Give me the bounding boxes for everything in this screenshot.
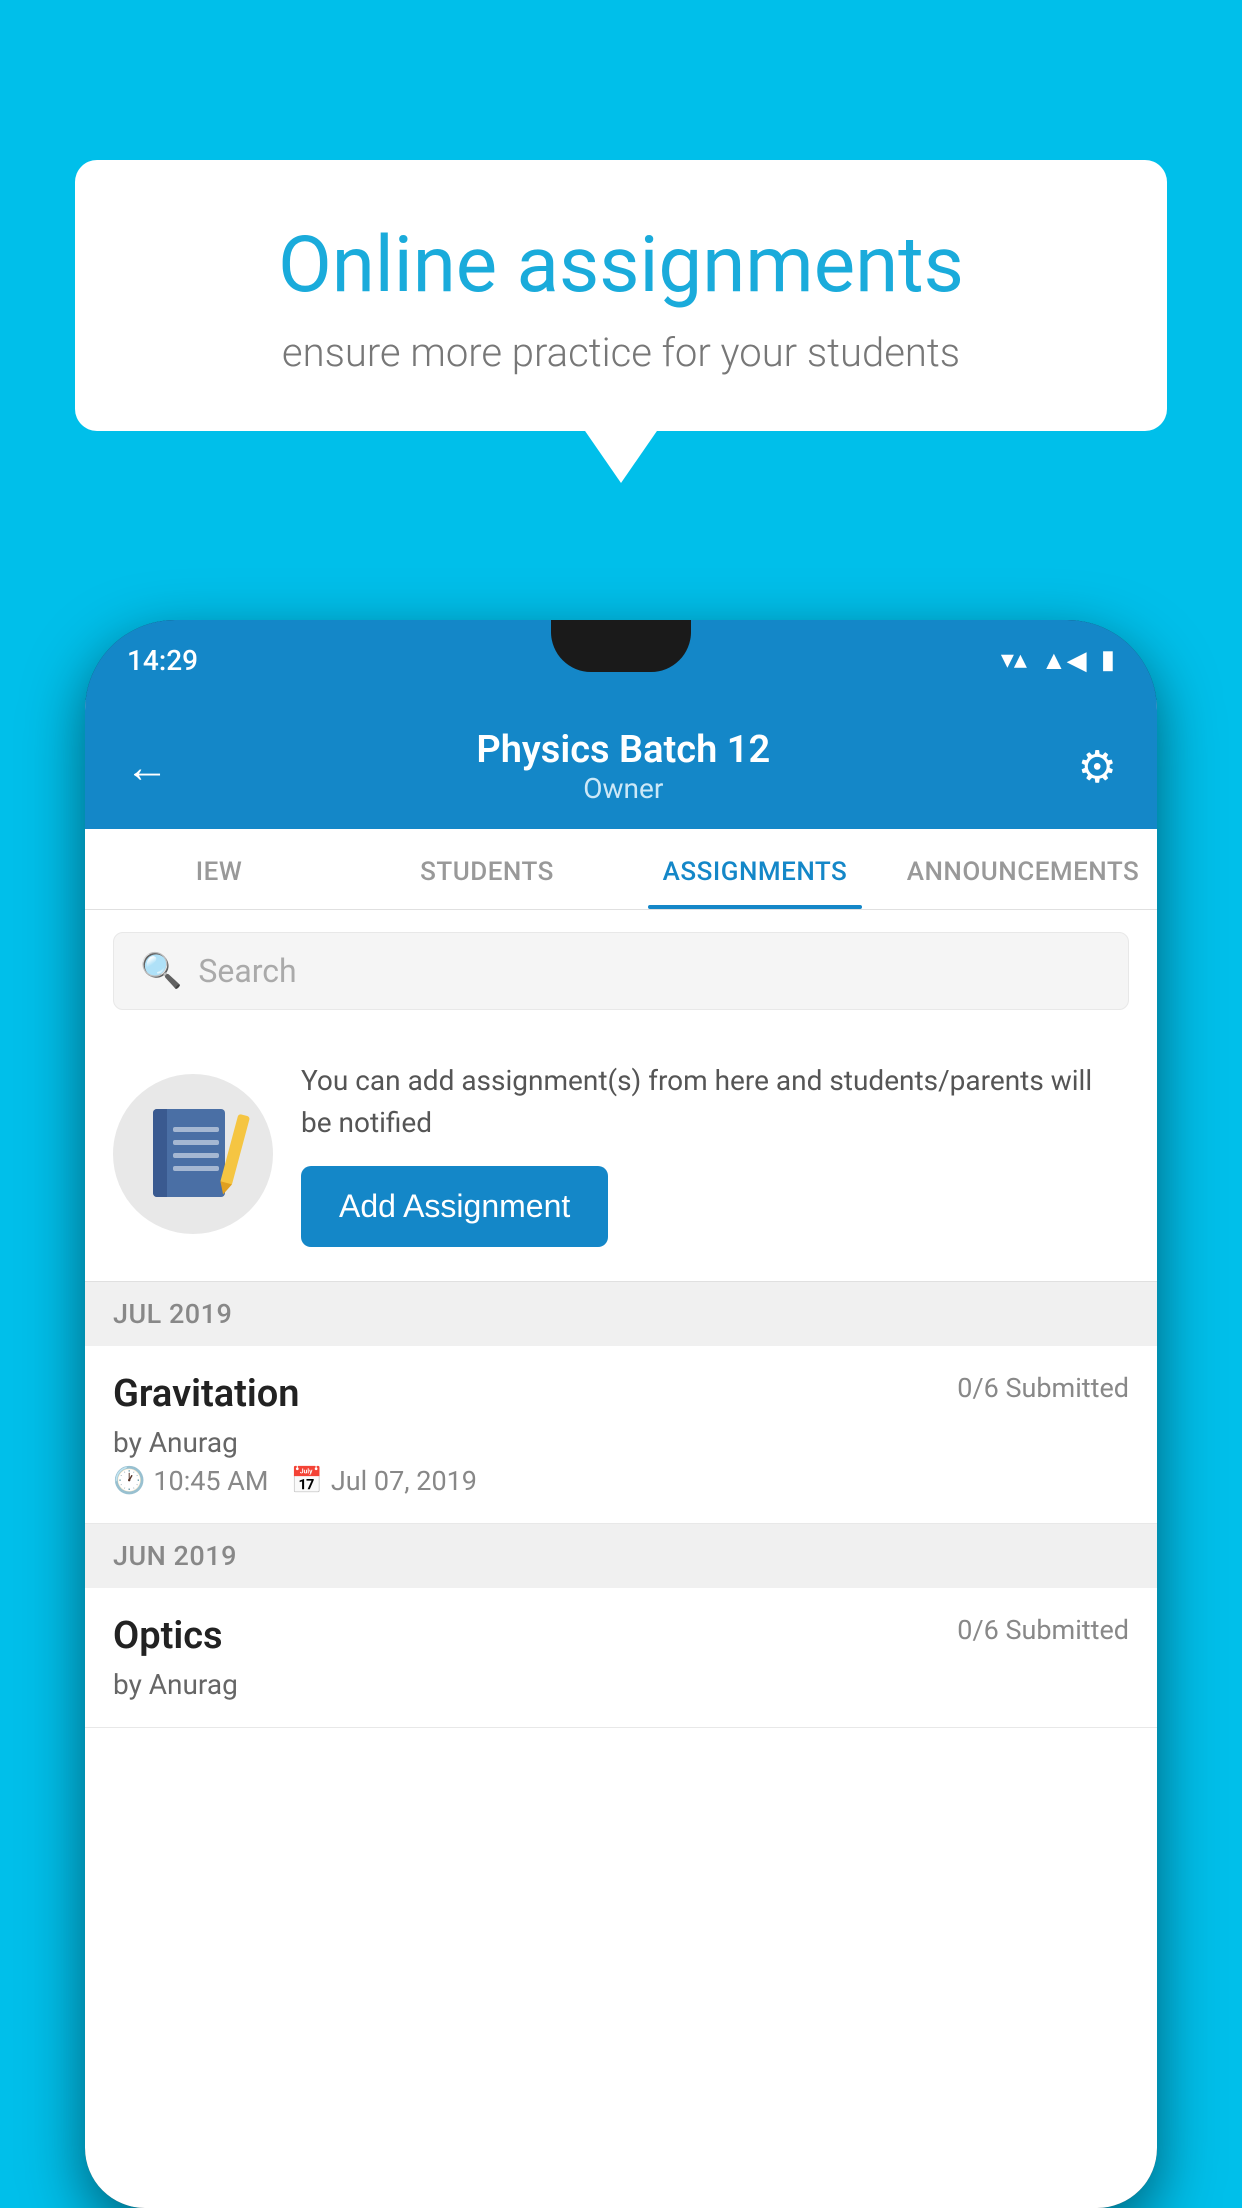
assignment-item-optics[interactable]: Optics 0/6 Submitted by Anurag xyxy=(85,1588,1157,1728)
assignment-author: by Anurag xyxy=(113,1668,1129,1701)
pencil-tip xyxy=(217,1181,232,1196)
notebook-lines xyxy=(173,1127,219,1179)
battery-icon: ▮ xyxy=(1101,645,1115,675)
header-subtitle: Owner xyxy=(476,772,770,805)
app-header: ← Physics Batch 12 Owner ⚙ xyxy=(85,700,1157,829)
search-icon: 🔍 xyxy=(140,951,182,991)
assignment-submitted: 0/6 Submitted xyxy=(957,1372,1129,1404)
speech-bubble-section: Online assignments ensure more practice … xyxy=(75,160,1167,431)
phone-frame: 14:29 ▾▴ ▲◀ ▮ ← Physics Batch 12 Owner ⚙… xyxy=(85,620,1157,2208)
assignment-item-gravitation[interactable]: Gravitation 0/6 Submitted by Anurag 🕐 10… xyxy=(85,1346,1157,1524)
assignment-title: Gravitation xyxy=(113,1372,300,1416)
add-assignment-button[interactable]: Add Assignment xyxy=(301,1166,608,1247)
search-bar[interactable]: 🔍 Search xyxy=(113,932,1129,1010)
section-header-jul2019: JUL 2019 xyxy=(85,1282,1157,1346)
speech-bubble: Online assignments ensure more practice … xyxy=(75,160,1167,431)
assignment-submitted: 0/6 Submitted xyxy=(957,1614,1129,1646)
notebook-icon xyxy=(153,1109,233,1199)
assignment-author: by Anurag xyxy=(113,1426,1129,1459)
assignment-item-header: Gravitation 0/6 Submitted xyxy=(113,1372,1129,1416)
assignment-time-date: 🕐 10:45 AM 📅 Jul 07, 2019 xyxy=(113,1465,1129,1497)
notebook-spine xyxy=(153,1109,167,1197)
tab-announcements[interactable]: ANNOUNCEMENTS xyxy=(889,829,1157,909)
search-bar-container: 🔍 Search xyxy=(85,910,1157,1032)
tab-students[interactable]: STUDENTS xyxy=(353,829,621,909)
promo-text: You can add assignment(s) from here and … xyxy=(301,1060,1129,1144)
notebook-line xyxy=(173,1127,219,1132)
tabs-bar: IEW STUDENTS ASSIGNMENTS ANNOUNCEMENTS xyxy=(85,829,1157,910)
status-bar: 14:29 ▾▴ ▲◀ ▮ xyxy=(85,620,1157,700)
clock-icon: 🕐 xyxy=(113,1466,145,1496)
notebook-line xyxy=(173,1166,219,1171)
assignment-date: Jul 07, 2019 xyxy=(331,1465,477,1497)
assignment-time: 10:45 AM xyxy=(153,1465,268,1497)
tab-assignments[interactable]: ASSIGNMENTS xyxy=(621,829,889,909)
speech-bubble-subtext: ensure more practice for your students xyxy=(145,329,1097,376)
add-assignment-promo: You can add assignment(s) from here and … xyxy=(85,1032,1157,1282)
header-title-group: Physics Batch 12 Owner xyxy=(476,728,770,805)
tab-iew[interactable]: IEW xyxy=(85,829,353,909)
notebook-line xyxy=(173,1140,219,1145)
assignment-item-header: Optics 0/6 Submitted xyxy=(113,1614,1129,1658)
search-placeholder: Search xyxy=(198,952,296,990)
back-button[interactable]: ← xyxy=(125,741,169,793)
notebook-body xyxy=(153,1109,225,1197)
app-content: ← Physics Batch 12 Owner ⚙ IEW STUDENTS … xyxy=(85,700,1157,2208)
assignment-icon-circle xyxy=(113,1074,273,1234)
status-icons: ▾▴ ▲◀ ▮ xyxy=(1001,645,1115,676)
settings-button[interactable]: ⚙ xyxy=(1078,741,1117,793)
speech-bubble-heading: Online assignments xyxy=(145,220,1097,311)
date-entry: 📅 Jul 07, 2019 xyxy=(291,1465,477,1497)
notebook-line xyxy=(173,1153,219,1158)
header-title: Physics Batch 12 xyxy=(476,728,770,772)
wifi-icon: ▾▴ xyxy=(1001,645,1027,675)
assignment-meta: by Anurag 🕐 10:45 AM 📅 Jul 07, 2019 xyxy=(113,1426,1129,1497)
calendar-icon: 📅 xyxy=(291,1466,323,1496)
signal-icon: ▲◀ xyxy=(1041,645,1087,676)
status-time: 14:29 xyxy=(127,644,198,677)
assignment-title: Optics xyxy=(113,1614,223,1658)
section-header-jun2019: JUN 2019 xyxy=(85,1524,1157,1588)
time-entry: 🕐 10:45 AM xyxy=(113,1465,269,1497)
assignment-meta: by Anurag xyxy=(113,1668,1129,1701)
promo-content: You can add assignment(s) from here and … xyxy=(301,1060,1129,1247)
